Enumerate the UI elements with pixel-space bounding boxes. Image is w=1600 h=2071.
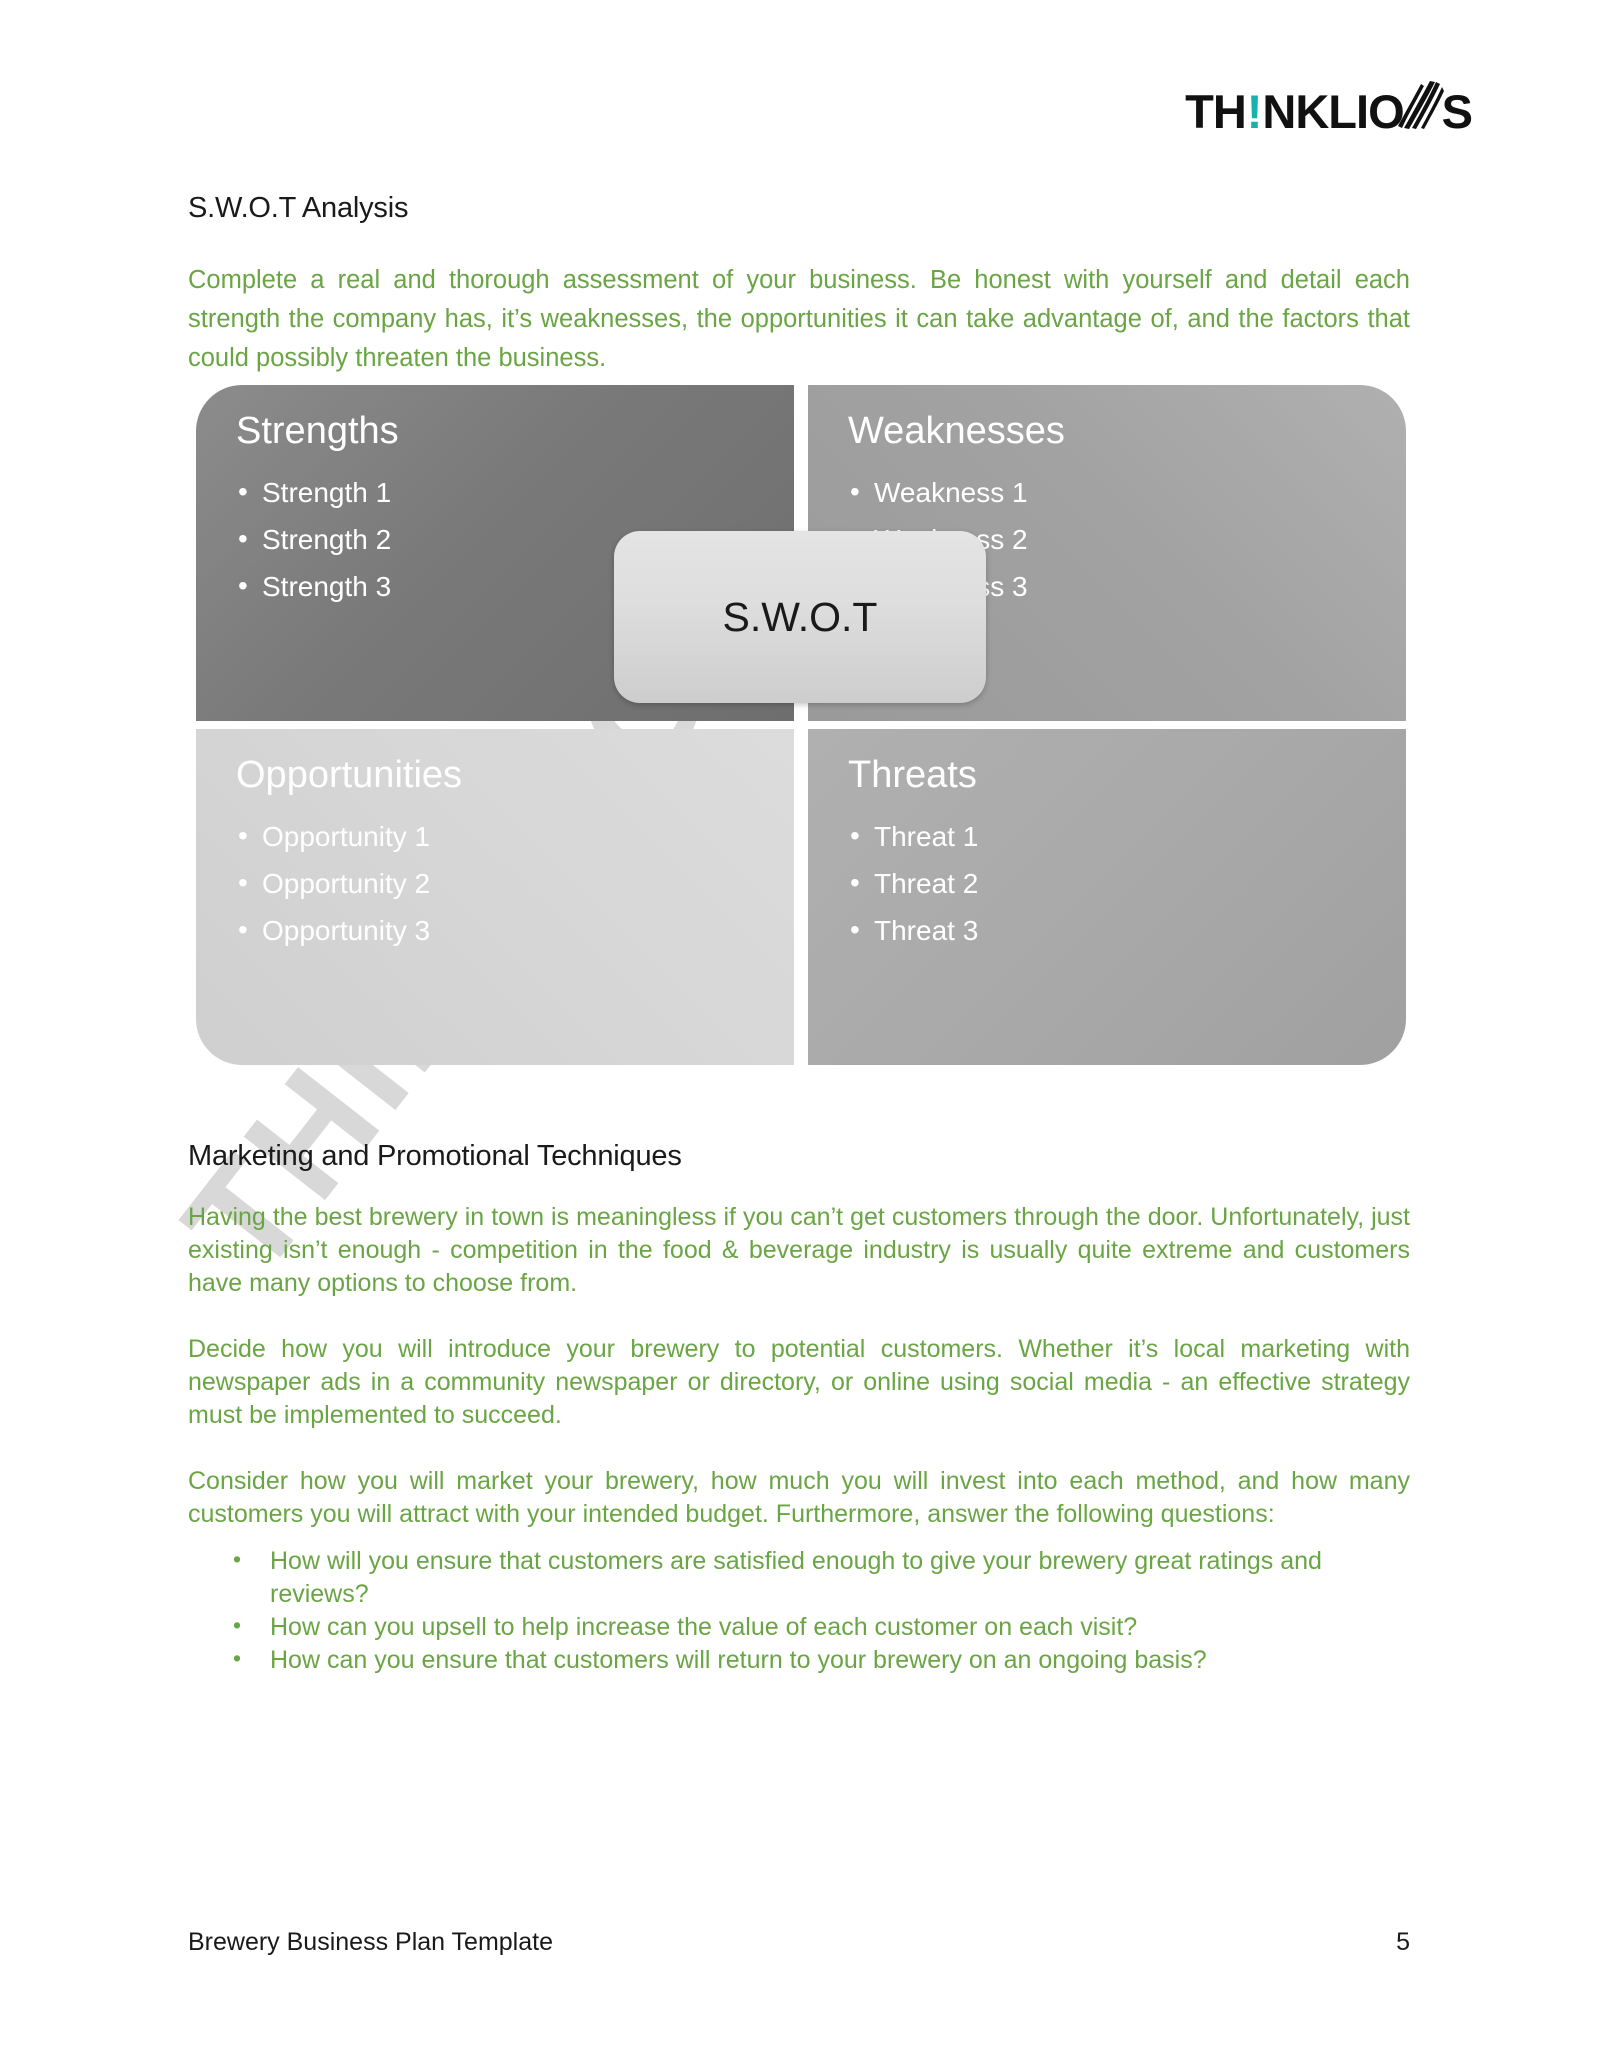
list-item: Opportunity 1	[238, 812, 764, 860]
document-page: THINKLIO TH!NKLIOS S.W.O.T Analysis Comp…	[0, 0, 1600, 2071]
list-item: Threat 3	[850, 906, 1376, 954]
swot-matrix: Strengths Strength 1 Strength 2 Strength…	[196, 385, 1406, 1065]
quadrant-title-opportunities: Opportunities	[236, 754, 463, 796]
list-item: How can you ensure that customers will r…	[188, 1642, 1410, 1677]
list-item: How will you ensure that customers are s…	[188, 1543, 1410, 1611]
claw-mark-icon	[1397, 78, 1444, 129]
list-item: Strength 1	[238, 468, 764, 516]
page-footer: Brewery Business Plan Template 5	[188, 1928, 1410, 1957]
marketing-paragraph-1: Having the best brewery in town is meani…	[188, 1203, 1410, 1297]
swot-section-heading: S.W.O.T Analysis	[188, 192, 409, 224]
quadrant-list-opportunities: Opportunity 1 Opportunity 2 Opportunity …	[224, 812, 764, 954]
list-item: Opportunity 3	[238, 906, 764, 954]
logo-wordmark: TH! NKLIO S	[1185, 78, 1473, 138]
logo-text-part3: S	[1441, 84, 1473, 138]
list-item: Threat 2	[850, 859, 1376, 907]
marketing-paragraph-2: Decide how you will introduce your brewe…	[188, 1335, 1410, 1429]
quadrant-title-weaknesses: Weaknesses	[848, 410, 1065, 452]
logo-text-part2: NKLIO	[1262, 84, 1404, 138]
swot-quadrant-opportunities: Opportunities Opportunity 1 Opportunity …	[196, 729, 794, 1065]
marketing-questions-list: How will you ensure that customers are s…	[188, 1543, 1410, 1677]
footer-page-number: 5	[1396, 1928, 1410, 1956]
logo-exclamation-icon: !	[1246, 84, 1263, 138]
swot-center-badge: S.W.O.T	[614, 531, 986, 703]
swot-quadrant-threats: Threats Threat 1 Threat 2 Threat 3	[808, 729, 1406, 1065]
thinklions-logo: TH! NKLIO S	[1185, 78, 1473, 138]
list-item: How can you upsell to help increase the …	[188, 1609, 1410, 1644]
marketing-section-heading: Marketing and Promotional Techniques	[188, 1140, 682, 1172]
logo-text-part1: TH	[1185, 84, 1247, 138]
quadrant-title-strengths: Strengths	[236, 410, 399, 452]
quadrant-list-threats: Threat 1 Threat 2 Threat 3	[836, 812, 1376, 954]
list-item: Threat 1	[850, 812, 1376, 860]
list-item: Opportunity 2	[238, 859, 764, 907]
marketing-paragraph-3: Consider how you will market your brewer…	[188, 1467, 1410, 1528]
swot-intro-paragraph: Complete a real and thorough assessment …	[188, 265, 1410, 372]
quadrant-title-threats: Threats	[848, 754, 977, 796]
footer-document-title: Brewery Business Plan Template	[188, 1928, 553, 1956]
list-item: Weakness 1	[850, 468, 1376, 516]
swot-center-label: S.W.O.T	[722, 593, 878, 640]
